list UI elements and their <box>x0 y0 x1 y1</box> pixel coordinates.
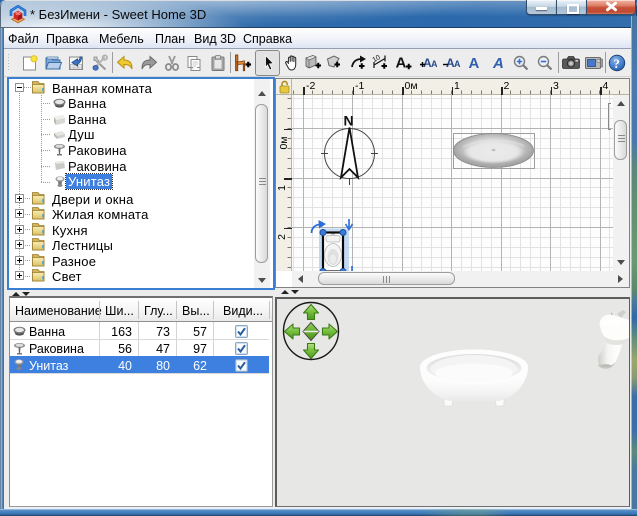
svg-text:A: A <box>492 55 504 72</box>
svg-text:А: А <box>431 59 438 69</box>
svg-text:А: А <box>454 59 461 69</box>
svg-text:N: N <box>344 113 354 129</box>
svg-text:?: ? <box>613 56 620 71</box>
svg-text:A: A <box>396 55 407 72</box>
svg-text:A: A <box>469 55 480 72</box>
